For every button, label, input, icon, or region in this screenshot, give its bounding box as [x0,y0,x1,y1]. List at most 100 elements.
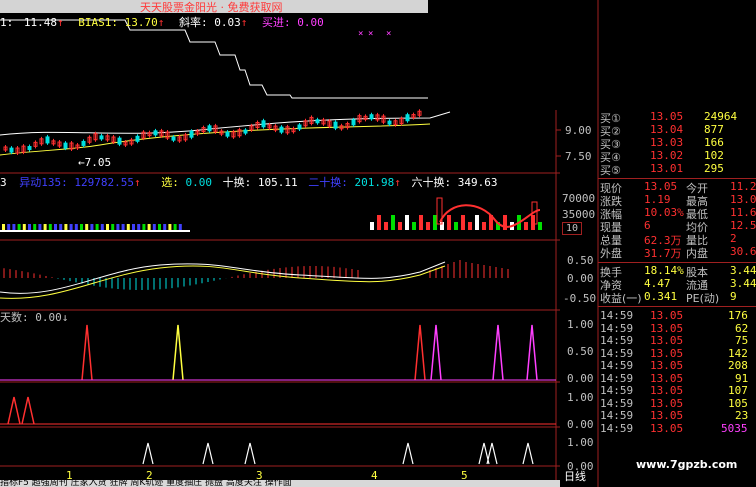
volume-bar [85,224,89,230]
trade-row: 14:59 13.05 176 [600,309,756,322]
trade-price: 13.05 [650,321,684,335]
trade-row: 14:59 13.05 91 [600,371,756,385]
volume-bar [370,222,374,230]
candle-body [297,124,302,130]
volume-indicator-prefix: 3 [0,176,7,189]
fundamental-row: 换手 18.14% 股本 3.44 [600,264,756,279]
candle-body [9,147,14,153]
trade-time: 14:59 [600,334,634,347]
trade-volume: 208 [728,359,748,372]
fund-value: 3.44 [730,277,756,290]
panel-divider [598,178,756,179]
trade-volume: 176 [728,309,748,322]
candle-body [63,142,68,149]
fund-value: 3.44 [730,264,756,277]
panel6-spike [402,442,414,465]
trade-price: 13.05 [650,346,684,360]
volume-bar [433,215,437,230]
signal-spike [81,324,93,381]
volume-bar [447,215,451,230]
quote-row: 涨幅 10.03% 最低 11.6 [600,206,756,221]
trade-volume: 105 [728,396,748,410]
volume-bar [524,222,528,230]
order-book-row: 买④ 13.02 102 [600,149,756,164]
volume-bar [147,224,151,230]
price-tick-9: 9.00 [565,124,592,137]
panel5-tick-0: 0.00 [567,418,594,431]
macd-dea-line [0,265,446,299]
macd-tick-neg-0-5: -0.50 [563,292,597,305]
trade-time: 14:59 [600,346,634,360]
fundamental-row: 净资 4.47 流通 3.44 [600,277,756,292]
volume-bar [132,224,135,230]
signal-spike [430,324,442,381]
order-volume: 295 [704,162,724,175]
candle-body [279,126,284,133]
trade-price: 13.05 [650,371,684,385]
volume-bar [90,224,94,230]
period-label[interactable]: 日线 [564,468,586,484]
signal-spike [492,324,504,381]
order-price: 13.03 [650,136,684,149]
quote-value: 10.03% [644,206,684,219]
order-book-row: 买⑤ 13.01 295 [600,162,756,177]
panel6-spike [202,442,214,465]
trade-price: 13.05 [650,309,684,322]
quote-value: 11.6 [730,206,756,219]
volume-bar [158,224,161,230]
quote-value: 2 [730,232,737,245]
panel5-spike [7,396,21,425]
order-label: 买⑤ [600,164,621,177]
volume-bar [482,222,486,230]
trade-volume: 62 [735,321,749,335]
fund-label: PE(动) [686,292,720,305]
trade-volume: 107 [728,384,748,397]
trade-volume: 75 [735,334,749,347]
slope-label: 斜率: [179,16,208,29]
volume-unit-box: 10 [562,222,582,235]
volume-bar [12,224,16,230]
ten-value: 105.11 [257,176,298,189]
trade-row: 14:59 13.05 107 [600,384,756,397]
volume-bar [461,215,465,230]
quote-value: 13.0 [730,193,756,206]
volume-bar [142,224,146,230]
volume-bar [111,224,115,230]
candle-body [243,129,248,134]
trade-row: 14:59 13.05 105 [600,396,756,410]
candle-body [171,136,176,141]
twenty-value: 201.98 [354,176,395,189]
trade-volume: 23 [735,409,749,422]
volume-bar [59,224,63,230]
quote-row: 现价 13.05 今开 11.2 [600,180,756,195]
volume-bar [95,224,99,230]
volume-bar [377,215,381,230]
order-price: 13.02 [650,149,684,162]
candle-body [351,119,356,126]
order-price: 13.04 [650,123,684,136]
volume-bar [64,224,68,230]
quote-value: 30.6 [730,245,756,258]
fund-value: 0.341 [644,290,678,303]
fundamental-row: 收益(一) 0.341 PE(动) 9 [600,290,756,305]
trade-row: 14:59 13.05 208 [600,359,756,372]
main-indicator-v1: 11.48 [23,16,57,29]
volume-bar [152,224,156,230]
volume-bar [69,224,73,230]
panel6-spike [244,442,256,465]
volume-bar [126,224,130,230]
quote-value: 1.19 [644,193,671,206]
candle-body [261,120,266,128]
volume-bar [454,222,458,230]
bias-value: 13.70 [124,16,158,29]
trade-time: 14:59 [600,409,634,422]
volume-indicator-line: 3 异动135: 129782.55↑ 选: 0.00 十换: 105.11 二… [0,176,498,189]
quote-value: 31.7万 [644,247,682,260]
sixty-label: 六十换: [411,176,452,189]
twenty-label: 二十换: [308,176,348,189]
order-book-row: 买② 13.04 877 [600,123,756,138]
order-price: 13.05 [650,110,684,123]
price-tick-7-5: 7.50 [565,150,592,163]
select-label: 选: [161,176,179,189]
trade-row: 14:59 13.05 142 [600,346,756,360]
